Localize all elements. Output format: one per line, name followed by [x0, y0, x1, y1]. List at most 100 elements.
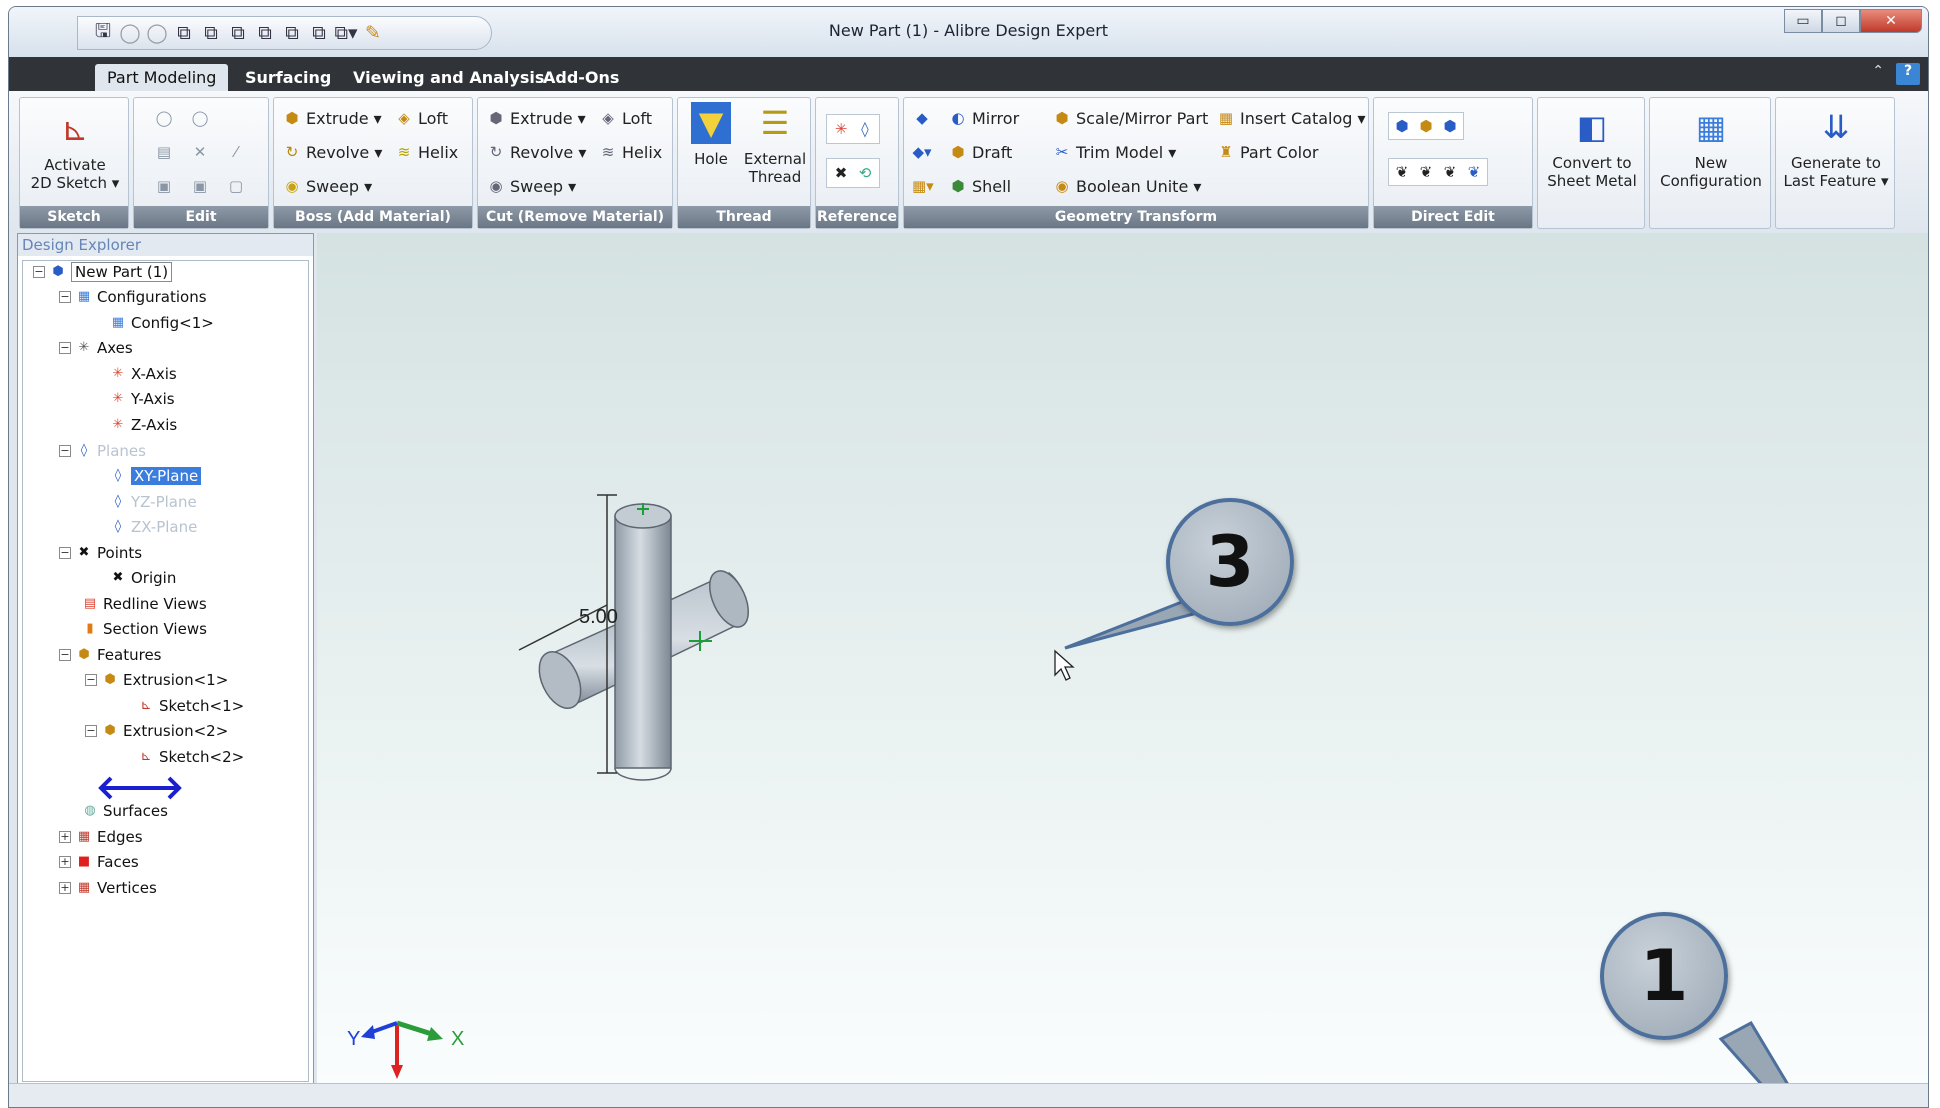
- boss-revolve-button[interactable]: ↻ Revolve ▾: [282, 142, 383, 162]
- tree-node-x-axis[interactable]: ✳ X-Axis: [109, 363, 177, 385]
- tree-label: X-Axis: [131, 365, 177, 383]
- tree-node-config1[interactable]: ▦ Config<1>: [109, 312, 214, 334]
- reference-axis-button[interactable]: ✳ ◊: [826, 114, 880, 144]
- tree-node-zx-plane[interactable]: ◊ ZX-Plane: [109, 516, 198, 538]
- boss-sweep-button[interactable]: ◉ Sweep ▾: [282, 176, 372, 196]
- collapse-icon[interactable]: −: [59, 342, 71, 354]
- tab-surfacing[interactable]: Surfacing: [233, 64, 343, 91]
- reference-point-button[interactable]: ✖ ⟲: [826, 158, 880, 188]
- tree-node-redline-views[interactable]: ▤ Redline Views: [81, 593, 207, 615]
- part-color-button[interactable]: ♜ Part Color: [1216, 142, 1318, 162]
- tree-node-xy-plane[interactable]: ◊ XY-Plane: [109, 465, 202, 487]
- activate-2d-sketch-button[interactable]: ⊾ Activate 2D Sketch ▾: [30, 108, 120, 192]
- boss-extrude-button[interactable]: ⬢ Extrude ▾: [282, 108, 381, 128]
- expand-icon[interactable]: +: [59, 882, 71, 894]
- hole-button[interactable]: ▼ Hole: [686, 102, 736, 168]
- tree-node-edges[interactable]: + ▦ Edges: [59, 826, 143, 848]
- redo-button[interactable]: ◯: [190, 108, 210, 128]
- tree-node-y-axis[interactable]: ✳ Y-Axis: [109, 388, 175, 410]
- expand-icon[interactable]: +: [59, 856, 71, 868]
- axis-triad-icon[interactable]: [361, 1020, 443, 1079]
- cut-loft-button[interactable]: ◈ Loft: [598, 108, 652, 128]
- plane-icon: ◊: [861, 120, 869, 138]
- paste-button[interactable]: ▢: [226, 176, 246, 196]
- paste-icon: ▢: [228, 177, 244, 195]
- delete-icon: ✕: [193, 143, 207, 161]
- collapse-icon[interactable]: −: [59, 445, 71, 457]
- copy-button[interactable]: ▣: [190, 176, 210, 196]
- convert-label-1: Convert to: [1552, 154, 1632, 172]
- tree-node-faces[interactable]: + ■ Faces: [59, 851, 139, 873]
- ribbon-collapse-icon[interactable]: ⌃: [1872, 63, 1884, 79]
- boss-helix-button[interactable]: ≋ Helix: [394, 142, 459, 162]
- scale-mirror-button[interactable]: ⬢ Scale/Mirror Part: [1052, 108, 1208, 128]
- cut-revolve-button[interactable]: ↻ Revolve ▾: [486, 142, 587, 162]
- cylinder-horizontal-front[interactable]: [531, 623, 616, 715]
- mirror-button[interactable]: ◐ Mirror: [948, 108, 1019, 128]
- tree-node-extrusion2[interactable]: − ⬢ Extrusion<2>: [85, 720, 228, 742]
- external-thread-button[interactable]: ☰ External Thread: [742, 102, 808, 186]
- tab-part-modeling[interactable]: Part Modeling: [95, 64, 229, 92]
- maximize-button[interactable]: ◻: [1822, 9, 1860, 33]
- tree-node-sketch2[interactable]: ⊾ Sketch<2>: [137, 746, 245, 768]
- collapse-icon[interactable]: −: [85, 725, 97, 737]
- rename-button[interactable]: ⁄: [226, 142, 246, 162]
- new-configuration-button[interactable]: ▦ New Configuration: [1654, 106, 1768, 190]
- tree-node-z-axis[interactable]: ✳ Z-Axis: [109, 414, 178, 436]
- tree-node-root[interactable]: − ⬢ New Part (1): [33, 261, 173, 283]
- sketch-icon: ⊾: [140, 749, 152, 764]
- thread-icon: ☰: [760, 104, 790, 142]
- tree-node-features[interactable]: − ⬢ Features: [59, 644, 162, 666]
- draft-button[interactable]: ⬢ Draft: [948, 142, 1012, 162]
- rollback-marker-icon[interactable]: [95, 773, 185, 803]
- tree-node-axes[interactable]: − ✳ Axes: [59, 337, 133, 359]
- tree-node-points[interactable]: − ✖ Points: [59, 542, 142, 564]
- convert-sheet-metal-button[interactable]: ◧ Convert to Sheet Metal: [1542, 106, 1642, 190]
- minimize-button[interactable]: ▭: [1784, 9, 1822, 33]
- cut-extrude-button[interactable]: ⬢ Extrude ▾: [486, 108, 585, 128]
- collapse-icon[interactable]: −: [59, 291, 71, 303]
- close-button[interactable]: ✕: [1860, 9, 1922, 33]
- collapse-icon[interactable]: −: [33, 266, 45, 278]
- cut-sweep-button[interactable]: ◉ Sweep ▾: [486, 176, 576, 196]
- dimension-value[interactable]: 5.00: [579, 606, 618, 628]
- undo-icon: ◯: [155, 109, 173, 127]
- tree-node-vertices[interactable]: + ▦ Vertices: [59, 877, 157, 899]
- 3d-viewport[interactable]: 5.00 Y X Z: [317, 233, 1928, 1087]
- extrude-icon: ⬢: [285, 109, 299, 127]
- cut-button[interactable]: ▣: [154, 176, 174, 196]
- cut-helix-button[interactable]: ≋ Helix: [598, 142, 663, 162]
- delete-button[interactable]: ✕: [190, 142, 210, 162]
- trim-model-button[interactable]: ✂ Trim Model ▾: [1052, 142, 1177, 162]
- cylinder-vertical[interactable]: [614, 503, 672, 781]
- tree-node-extrusion1[interactable]: − ⬢ Extrusion<1>: [85, 669, 228, 691]
- tree-node-configurations[interactable]: − ▦ Configurations: [59, 286, 207, 308]
- direct-edit-row1[interactable]: ⬢ ⬢ ⬢: [1388, 112, 1464, 140]
- sketch-tool-1[interactable]: ◆: [912, 108, 932, 128]
- pattern-button[interactable]: ▦▾: [912, 176, 934, 196]
- generate-last-feature-button[interactable]: ⇊ Generate to Last Feature ▾: [1780, 106, 1892, 190]
- tab-viewing-analysis[interactable]: Viewing and Analysis: [341, 64, 556, 91]
- boss-loft-button[interactable]: ◈ Loft: [394, 108, 448, 128]
- tree-node-origin[interactable]: ✖ Origin: [109, 567, 177, 589]
- insert-catalog-button[interactable]: ▦ Insert Catalog ▾: [1216, 108, 1366, 128]
- properties-button[interactable]: ▤: [154, 142, 174, 162]
- tree-node-sketch1[interactable]: ⊾ Sketch<1>: [137, 695, 245, 717]
- undo-button[interactable]: ◯: [154, 108, 174, 128]
- shell-button[interactable]: ⬢ Shell: [948, 176, 1011, 196]
- tree-node-yz-plane[interactable]: ◊ YZ-Plane: [109, 491, 197, 513]
- group-label: Sketch: [20, 206, 128, 228]
- group-label: Geometry Transform: [904, 206, 1368, 228]
- help-icon[interactable]: ?: [1896, 63, 1920, 85]
- expand-icon[interactable]: +: [59, 831, 71, 843]
- tab-add-ons[interactable]: Add-Ons: [531, 64, 631, 91]
- boolean-unite-button[interactable]: ◉ Boolean Unite ▾: [1052, 176, 1201, 196]
- collapse-icon[interactable]: −: [59, 547, 71, 559]
- tree-node-planes[interactable]: − ◊ Planes: [59, 440, 146, 462]
- collapse-icon[interactable]: −: [59, 649, 71, 661]
- tree-node-surfaces[interactable]: ◍ Surfaces: [81, 800, 168, 822]
- tree-node-section-views[interactable]: ▮ Section Views: [81, 618, 207, 640]
- sketch-tool-2[interactable]: ◆▾: [912, 142, 932, 162]
- direct-edit-row2[interactable]: ❦ ❦ ❦ ❦: [1388, 158, 1488, 186]
- collapse-icon[interactable]: −: [85, 674, 97, 686]
